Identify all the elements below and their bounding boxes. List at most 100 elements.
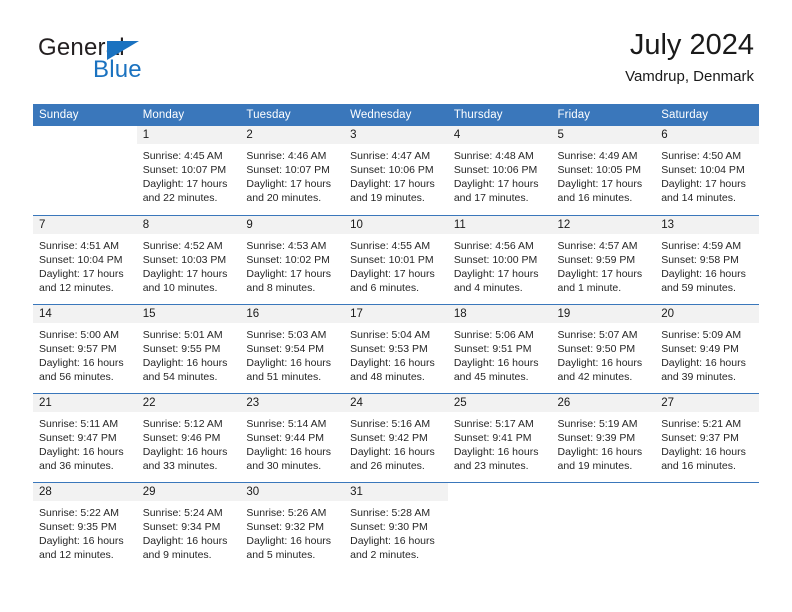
day-details: Sunrise: 5:09 AM Sunset: 9:49 PM Daylight:…	[655, 323, 759, 384]
day-cell-inner: 13 Sunrise: 4:59 AM Sunset: 9:58 PM Dayligh…	[655, 215, 759, 304]
day-details: Sunrise: 4:57 AM Sunset: 9:59 PM Daylight:…	[552, 234, 656, 295]
day-details: Sunrise: 4:59 AM Sunset: 9:58 PM Daylight:…	[655, 234, 759, 295]
daylight-text-cont: and 33 minutes.	[142, 459, 218, 472]
sunset-text: Sunset: 9:37 PM	[661, 431, 739, 444]
sunrise-text: Sunrise: 4:45 AM	[142, 150, 223, 162]
daylight-text: Daylight: 16 hours	[453, 356, 539, 369]
calendar-day-cell[interactable]: 30 Sunrise: 5:26 AM Sunset: 9:32 PM Dayligh…	[240, 481, 345, 572]
daylight-text: Daylight: 16 hours	[661, 445, 746, 458]
calendar-day-cell[interactable]: 11 Sunrise: 4:56 AM Sunset: 10:00 PM Daylig…	[447, 214, 552, 304]
calendar-day-cell[interactable]: 7 Sunrise: 4:51 AM Sunset: 10:04 PM Dayligh…	[33, 214, 137, 304]
calendar-day-cell[interactable]: 4 Sunrise: 4:48 AM Sunset: 10:06 PM Dayligh…	[447, 126, 552, 215]
daylight-text: Daylight: 16 hours	[350, 445, 435, 458]
calendar-day-cell[interactable]: 14 Sunrise: 5:00 AM Sunset: 9:57 PM Dayligh…	[33, 303, 137, 393]
day-cell-inner: 21 Sunrise: 5:11 AM Sunset: 9:47 PM Dayligh…	[33, 393, 137, 482]
day-cell-inner	[552, 483, 656, 572]
daylight-text: Daylight: 17 hours	[557, 267, 643, 280]
weekday-header-saturday: Saturday	[655, 104, 759, 126]
calendar-day-cell[interactable]: 28 Sunrise: 5:22 AM Sunset: 9:35 PM Dayligh…	[33, 481, 137, 571]
calendar-day-cell[interactable]: 6 Sunrise: 4:50 AM Sunset: 10:04 PM Dayligh…	[655, 126, 759, 215]
calendar-day-cell[interactable]: 12 Sunrise: 4:57 AM Sunset: 9:59 PM Dayligh…	[551, 214, 656, 304]
calendar-day-cell[interactable]: 16 Sunrise: 5:03 AM Sunset: 9:54 PM Dayligh…	[240, 303, 345, 393]
calendar-day-cell[interactable]: 24 Sunrise: 5:16 AM Sunset: 9:42 PM Dayligh…	[344, 392, 448, 482]
day-details: Sunrise: 4:47 AM Sunset: 10:06 PM Daylight…	[344, 144, 448, 205]
calendar-day-cell[interactable]: 15 Sunrise: 5:01 AM Sunset: 9:55 PM Dayligh…	[136, 303, 241, 393]
daylight-text-cont: and 22 minutes.	[142, 192, 218, 205]
day-details: Sunrise: 5:21 AM Sunset: 9:37 PM Daylight:…	[655, 412, 759, 473]
sunset-text: Sunset: 10:06 PM	[453, 164, 538, 177]
title-block: July 2024 Vamdrup, Denmark	[625, 28, 754, 87]
sunrise-text: Sunrise: 5:09 AM	[661, 328, 742, 341]
day-number: 27	[655, 393, 759, 412]
calendar-day-cell[interactable]: 26 Sunrise: 5:19 AM Sunset: 9:39 PM Dayligh…	[551, 392, 656, 482]
calendar-week-row: 1 Sunrise: 4:45 AM Sunset: 10:07 PM Dayligh…	[33, 126, 759, 215]
calendar-day-cell[interactable]: 13 Sunrise: 4:59 AM Sunset: 9:58 PM Dayligh…	[655, 214, 759, 304]
sunset-text: Sunset: 10:07 PM	[246, 164, 330, 177]
day-number: 28	[33, 482, 137, 501]
calendar-day-cell[interactable]: 25 Sunrise: 5:17 AM Sunset: 9:41 PM Dayligh…	[447, 392, 552, 482]
calendar-day-cell[interactable]: 29 Sunrise: 5:24 AM Sunset: 9:34 PM Dayligh…	[136, 481, 241, 571]
day-cell-inner: 31 Sunrise: 5:28 AM Sunset: 9:30 PM Dayligh…	[344, 482, 448, 572]
day-details: Sunrise: 5:12 AM Sunset: 9:46 PM Daylight:…	[137, 412, 241, 473]
sunset-text: Sunset: 9:42 PM	[350, 431, 428, 444]
calendar-day-cell[interactable]: 8 Sunrise: 4:52 AM Sunset: 10:03 PM Dayligh…	[136, 214, 241, 304]
calendar-day-cell[interactable]: 31 Sunrise: 5:28 AM Sunset: 9:30 PM Dayligh…	[344, 481, 448, 572]
calendar-day-cell[interactable]: 17 Sunrise: 5:04 AM Sunset: 9:53 PM Dayligh…	[344, 303, 448, 393]
sunset-text: Sunset: 10:02 PM	[246, 253, 330, 266]
daylight-text: Daylight: 16 hours	[453, 445, 539, 458]
calendar-day-cell[interactable]: 23 Sunrise: 5:14 AM Sunset: 9:44 PM Dayligh…	[240, 392, 345, 482]
sunset-text: Sunset: 9:54 PM	[246, 342, 325, 355]
daylight-text: Daylight: 17 hours	[453, 178, 539, 191]
calendar-week-row: 7 Sunrise: 4:51 AM Sunset: 10:04 PM Dayligh…	[33, 214, 759, 304]
day-cell-inner	[448, 483, 552, 572]
calendar-day-cell[interactable]: 22 Sunrise: 5:12 AM Sunset: 9:46 PM Dayligh…	[136, 392, 241, 482]
daylight-text-cont: and 19 minutes.	[350, 192, 425, 205]
sunset-text: Sunset: 10:01 PM	[350, 253, 434, 266]
daylight-text: Daylight: 16 hours	[142, 356, 228, 369]
calendar-day-cell[interactable]: 21 Sunrise: 5:11 AM Sunset: 9:47 PM Dayligh…	[33, 392, 137, 482]
calendar-empty-cell	[447, 481, 552, 572]
sunrise-text: Sunrise: 5:19 AM	[557, 417, 638, 430]
daylight-text-cont: and 54 minutes.	[142, 370, 218, 383]
day-number: 20	[655, 304, 759, 323]
calendar-day-cell[interactable]: 18 Sunrise: 5:06 AM Sunset: 9:51 PM Dayligh…	[447, 303, 552, 393]
sunset-text: Sunset: 9:51 PM	[453, 342, 532, 355]
day-details	[552, 501, 656, 506]
day-details: Sunrise: 5:11 AM Sunset: 9:47 PM Daylight:…	[33, 412, 137, 473]
daylight-text-cont: and 14 minutes.	[661, 192, 736, 205]
day-cell-inner: 16 Sunrise: 5:03 AM Sunset: 9:54 PM Dayligh…	[240, 304, 345, 393]
sunrise-text: Sunrise: 5:11 AM	[39, 417, 119, 430]
calendar-day-cell[interactable]: 2 Sunrise: 4:46 AM Sunset: 10:07 PM Dayligh…	[240, 126, 345, 215]
weekday-header-sunday: Sunday	[33, 104, 137, 126]
calendar-day-cell[interactable]: 5 Sunrise: 4:49 AM Sunset: 10:05 PM Dayligh…	[551, 126, 656, 215]
day-cell-inner: 30 Sunrise: 5:26 AM Sunset: 9:32 PM Dayligh…	[240, 482, 345, 572]
sunrise-text: Sunrise: 5:17 AM	[453, 417, 534, 430]
daylight-text-cont: and 6 minutes.	[350, 281, 419, 294]
calendar-day-cell[interactable]: 20 Sunrise: 5:09 AM Sunset: 9:49 PM Dayligh…	[655, 303, 759, 393]
day-number: 23	[240, 393, 345, 412]
calendar-day-cell[interactable]: 3 Sunrise: 4:47 AM Sunset: 10:06 PM Dayligh…	[344, 126, 448, 215]
daylight-text: Daylight: 16 hours	[661, 267, 746, 280]
day-details: Sunrise: 5:03 AM Sunset: 9:54 PM Daylight:…	[240, 323, 344, 384]
day-details	[448, 501, 552, 506]
daylight-text-cont: and 26 minutes.	[350, 459, 425, 472]
daylight-text-cont: and 20 minutes.	[246, 192, 322, 205]
calendar-day-cell[interactable]: 9 Sunrise: 4:53 AM Sunset: 10:02 PM Dayligh…	[240, 214, 345, 304]
sunrise-text: Sunrise: 5:24 AM	[142, 506, 223, 519]
calendar-day-cell[interactable]: 27 Sunrise: 5:21 AM Sunset: 9:37 PM Dayligh…	[655, 392, 759, 482]
day-details: Sunrise: 5:16 AM Sunset: 9:42 PM Daylight:…	[344, 412, 448, 473]
daylight-text-cont: and 56 minutes.	[39, 370, 114, 383]
day-number: 24	[344, 393, 448, 412]
logo-text-blue: Blue	[93, 56, 142, 83]
daylight-text: Daylight: 16 hours	[661, 356, 746, 369]
sunrise-text: Sunrise: 4:50 AM	[661, 150, 742, 162]
calendar-day-cell[interactable]: 10 Sunrise: 4:55 AM Sunset: 10:01 PM Daylig…	[344, 214, 448, 304]
day-cell-inner: 20 Sunrise: 5:09 AM Sunset: 9:49 PM Dayligh…	[655, 304, 759, 393]
calendar-day-cell[interactable]: 1 Sunrise: 4:45 AM Sunset: 10:07 PM Dayligh…	[136, 126, 241, 215]
daylight-text: Daylight: 16 hours	[39, 445, 124, 458]
calendar-body: 1 Sunrise: 4:45 AM Sunset: 10:07 PM Dayligh…	[33, 126, 759, 571]
calendar-day-cell[interactable]: 19 Sunrise: 5:07 AM Sunset: 9:50 PM Dayligh…	[551, 303, 656, 393]
sunrise-text: Sunrise: 5:12 AM	[142, 417, 223, 430]
sunset-text: Sunset: 10:04 PM	[661, 164, 745, 177]
general-blue-logo[interactable]: General Blue	[38, 34, 238, 83]
